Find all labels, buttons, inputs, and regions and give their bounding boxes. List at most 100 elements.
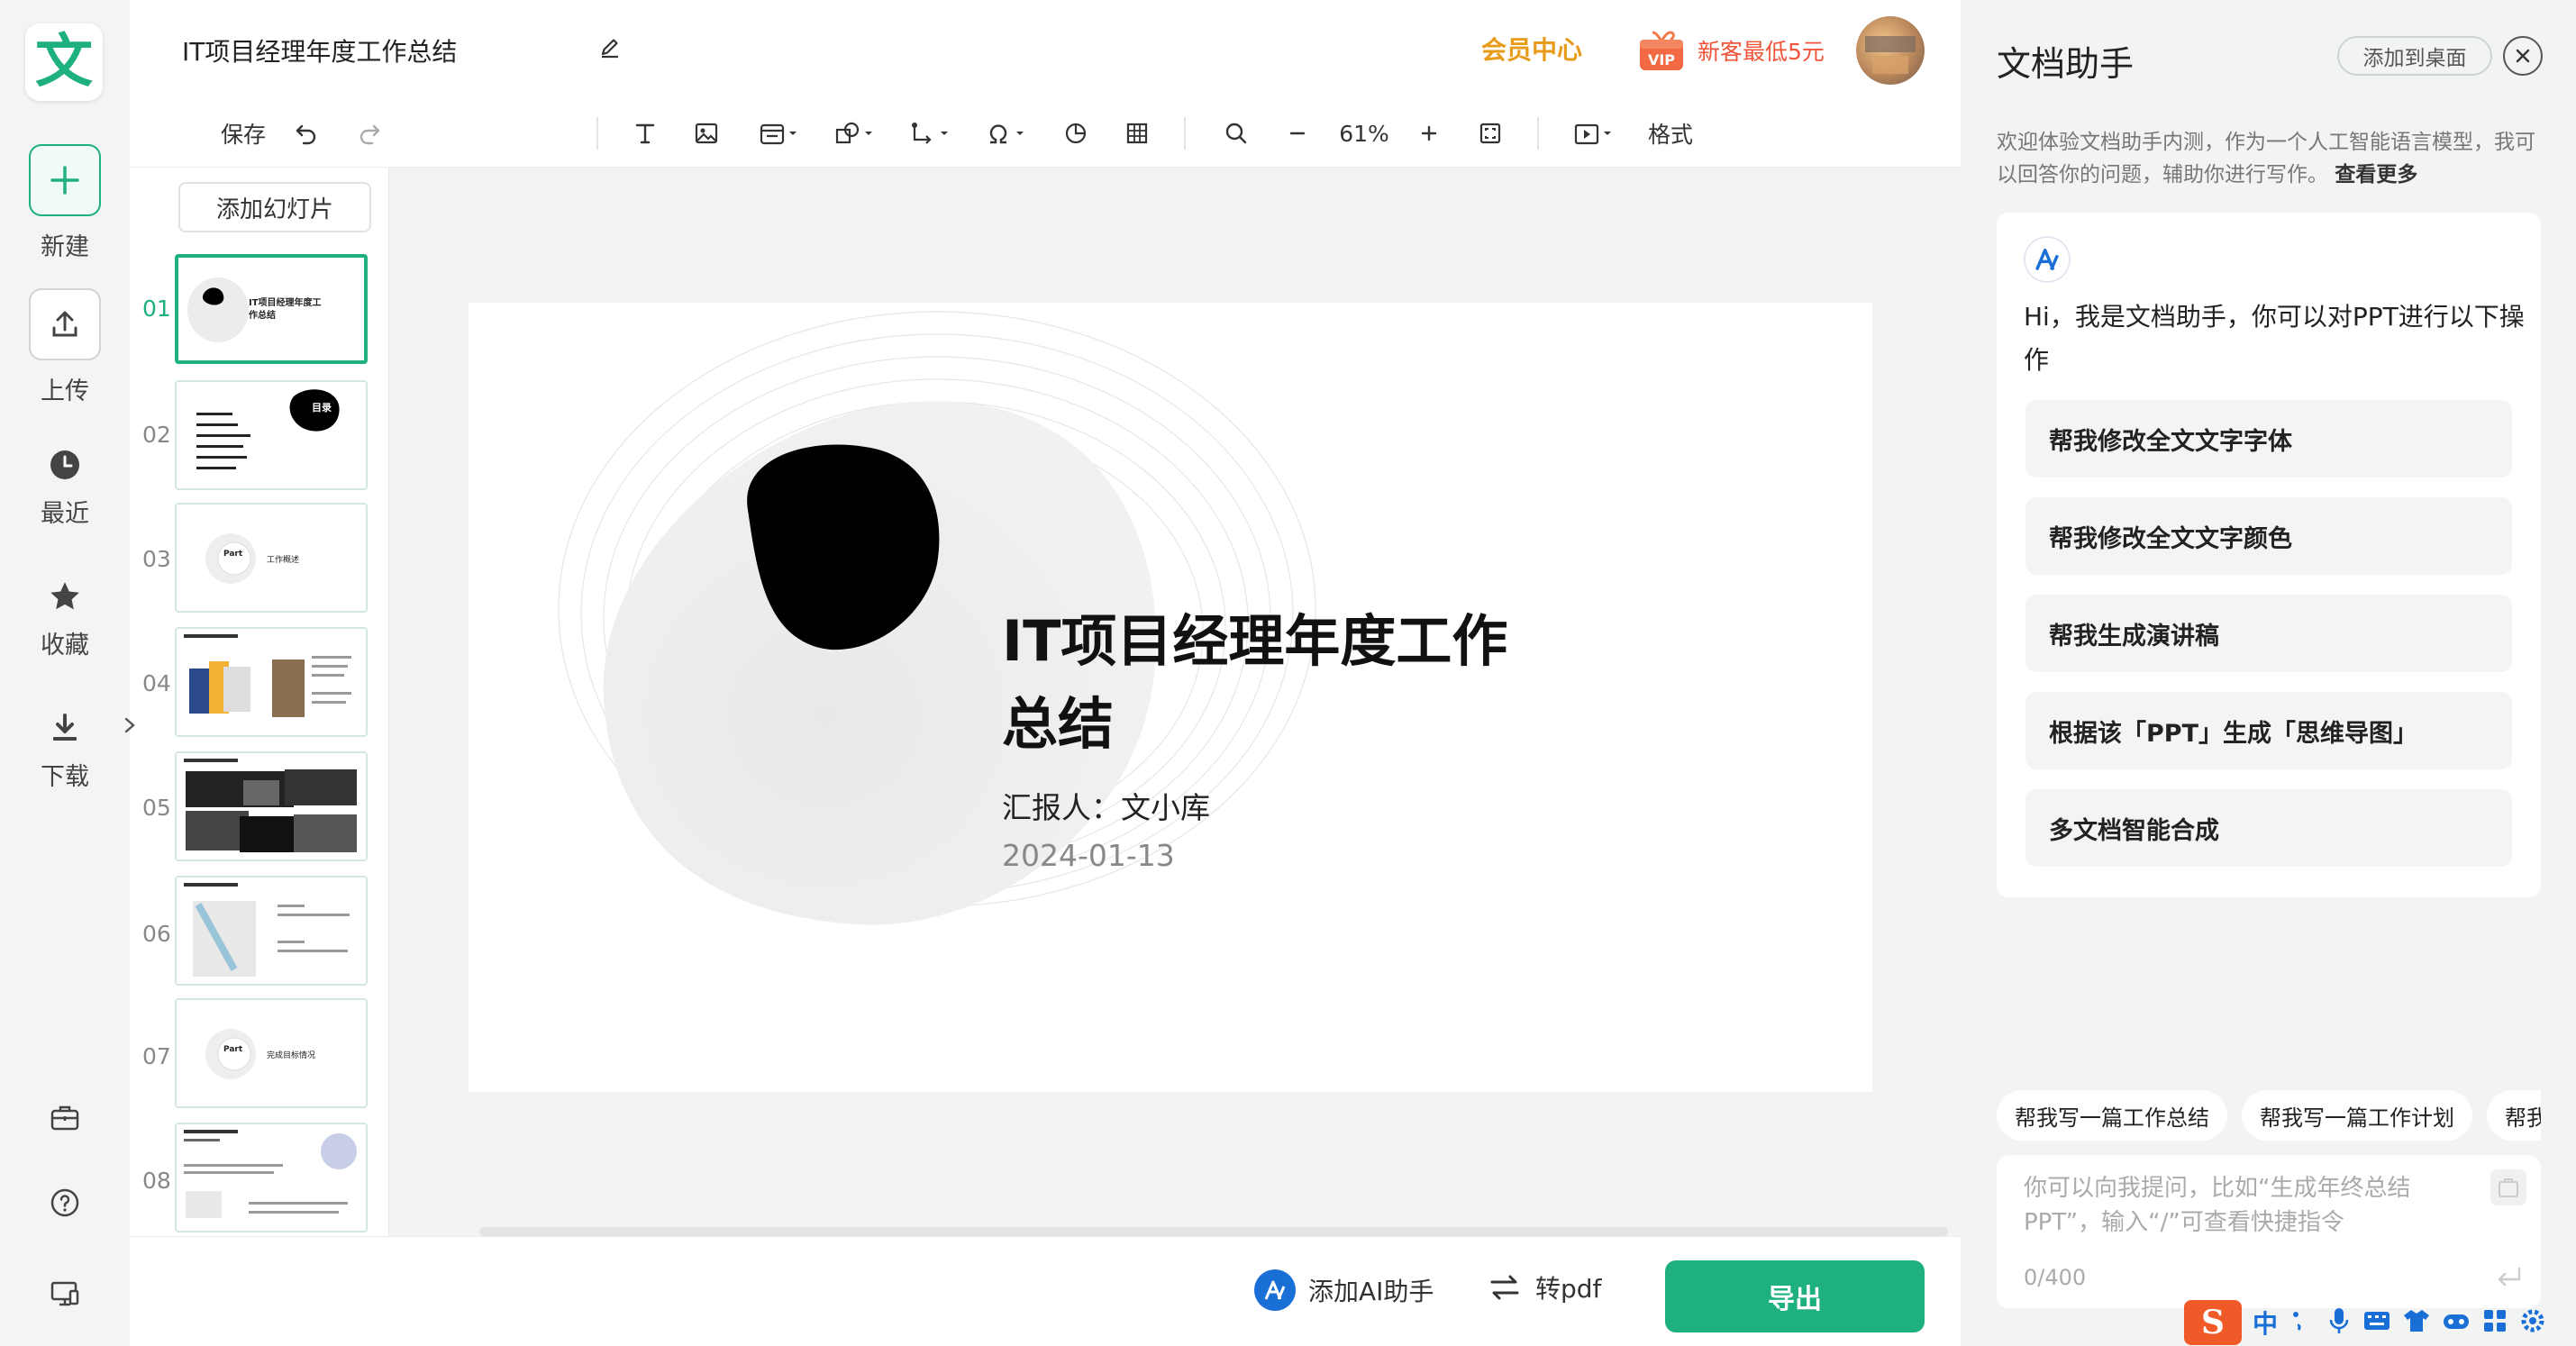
game-controller-icon[interactable] [2442,1309,2471,1336]
fit-screen-icon[interactable] [1472,115,1508,151]
skin-shirt-icon[interactable] [2402,1308,2431,1337]
device-icon[interactable] [38,1267,92,1321]
horizontal-scrollbar[interactable] [479,1227,1948,1236]
recent-button[interactable]: 最近 [0,438,130,529]
suggestion-mind-map[interactable]: 根据该「PPT」生成「思维导图」 [2025,692,2512,769]
add-slide-button[interactable]: 添加幻灯片 [178,182,371,232]
slide-title[interactable]: IT项目经理年度工作 总结 [1002,600,1561,766]
keyboard-icon[interactable] [2362,1309,2391,1336]
swap-icon [1488,1274,1521,1301]
assistant-input[interactable] [2024,1171,2474,1243]
document-title[interactable]: IT项目经理年度工作总结 [182,32,457,68]
ai-logo-icon [1254,1269,1296,1311]
ime-logo[interactable]: S [2184,1300,2242,1345]
redo-icon[interactable] [351,115,387,151]
slide-title-line2: 总结 [1002,691,1115,757]
slide-thumbnail-03[interactable]: Part 工作概述 [175,503,368,613]
assistant-logo-icon [2024,236,2071,283]
slide-thumbnail-06[interactable] [175,876,368,986]
suggestion-speech-draft[interactable]: 帮我生成演讲稿 [2025,595,2512,672]
convert-pdf-button[interactable]: 转pdf [1488,1269,1601,1305]
slide-number: 03 [142,546,171,572]
edit-icon[interactable] [598,36,622,63]
help-icon[interactable] [38,1176,92,1230]
suggestion-change-color[interactable]: 帮我修改全文文字颜色 [2025,497,2512,575]
briefcase-icon[interactable] [2490,1169,2526,1205]
microphone-icon[interactable] [2326,1306,2352,1339]
zoom-level[interactable]: 61% [1328,115,1400,151]
promo-text[interactable]: 新客最低5元 [1698,34,1825,67]
ime-toolbar: S 中 [2175,1299,2576,1346]
image-icon[interactable] [688,115,724,151]
slide-main[interactable]: IT项目经理年度工作 总结 汇报人：文小库 2024-01-13 [469,303,1872,1092]
undo-icon[interactable] [288,115,324,151]
assistant-panel: 文档助手 添加到桌面 欢迎体验文档助手内测，作为一个人工智能语言模型，我可以回答… [1961,0,2576,1346]
assistant-title: 文档助手 [1997,44,2135,84]
slide-number: 07 [142,1043,171,1069]
suggestion-merge-docs[interactable]: 多文档智能合成 [2025,789,2512,867]
chip-work-plan[interactable]: 帮我写一篇工作计划 [2242,1090,2472,1141]
vip-gift-icon[interactable]: VIP [1636,25,1687,72]
slide-thumbnail-title: IT项目经理年度工作总结 [249,298,322,321]
search-icon[interactable] [1218,115,1254,151]
clock-icon [38,438,92,492]
toolbox-icon[interactable] [38,1090,92,1144]
send-icon[interactable] [2490,1263,2526,1294]
grid-apps-icon[interactable] [2481,1307,2508,1338]
slide-thumbnail-07[interactable]: Part 完成目标情况 [175,998,368,1108]
text-icon[interactable] [627,115,663,151]
app-logo-char: 文 [35,28,93,95]
symbol-dropdown-icon[interactable] [982,115,1033,151]
favorites-button[interactable]: 收藏 [0,569,130,660]
add-ai-assistant-button[interactable]: 添加AI助手 [1254,1269,1434,1311]
toolbar: 保存 61% 格式 [130,99,1961,168]
slides-panel: 添加幻灯片 01 IT项目经理年度工作总结 02 目录 03 Part 工作概述… [130,168,389,1236]
settings-gear-icon[interactable] [2519,1307,2546,1338]
export-button[interactable]: 导出 [1665,1260,1925,1332]
slide-number: 08 [142,1168,171,1194]
slide-date[interactable]: 2024-01-13 [1002,838,1175,873]
see-more-link[interactable]: 查看更多 [2335,163,2417,186]
chip-more[interactable]: 帮我 [2487,1090,2541,1141]
punctuation-icon[interactable] [2289,1307,2316,1338]
play-dropdown-icon[interactable] [1570,115,1620,151]
textbox-dropdown-icon[interactable] [755,115,806,151]
slide-thumbnail-08[interactable] [175,1123,368,1232]
add-to-desktop-button[interactable]: 添加到桌面 [2337,36,2492,76]
vip-badge-text: VIP [1648,51,1675,68]
convert-pdf-label: 转pdf [1535,1274,1602,1304]
chart-pie-icon[interactable] [1058,115,1094,151]
table-icon[interactable] [1119,115,1155,151]
assistant-greeting: Hi，我是文档助手，你可以对PPT进行以下操作 [2024,302,2525,375]
member-center-link[interactable]: 会员中心 [1481,31,1582,67]
slide-reporter[interactable]: 汇报人：文小库 [1002,784,1210,827]
collapse-panel-icon[interactable] [121,712,142,742]
zoom-in-icon[interactable] [1411,115,1447,151]
star-icon [38,569,92,623]
new-button[interactable]: 新建 [0,144,130,262]
shape-dropdown-icon[interactable] [831,115,881,151]
slide-thumbnail-02[interactable]: 目录 [175,380,368,490]
left-rail: 文 新建 上传 最近 收藏 下载 [0,0,130,1346]
slide-number: 01 [142,296,171,322]
save-button[interactable]: 保存 [216,115,270,151]
slide-thumbnail-04[interactable] [175,627,368,737]
avatar[interactable] [1856,16,1925,85]
format-button[interactable]: 格式 [1643,115,1698,151]
close-icon[interactable] [2503,36,2543,76]
connector-dropdown-icon[interactable] [906,115,957,151]
chip-work-summary[interactable]: 帮我写一篇工作总结 [1997,1090,2227,1141]
slide-thumbnail-01[interactable]: IT项目经理年度工作总结 [175,254,368,364]
download-button[interactable]: 下载 [0,701,130,792]
assistant-intro: 欢迎体验文档助手内测，作为一个人工智能语言模型，我可以回答你的问题，辅助你进行写… [1997,126,2546,191]
slide-thumbnail-part: Part [223,550,243,559]
slide-thumbnail-05[interactable] [175,751,368,861]
header: IT项目经理年度工作总结 会员中心 VIP 新客最低5元 [130,0,1961,99]
ime-mode[interactable]: 中 [2253,1305,2278,1341]
recent-label: 最近 [41,500,89,528]
upload-button[interactable]: 上传 [0,288,130,406]
suggestion-change-font[interactable]: 帮我修改全文文字字体 [2025,400,2512,477]
app-logo[interactable]: 文 [25,23,103,101]
zoom-out-icon[interactable] [1279,115,1315,151]
assistant-intro-text: 欢迎体验文档助手内测，作为一个人工智能语言模型，我可以回答你的问题，辅助你进行写… [1997,131,2535,186]
